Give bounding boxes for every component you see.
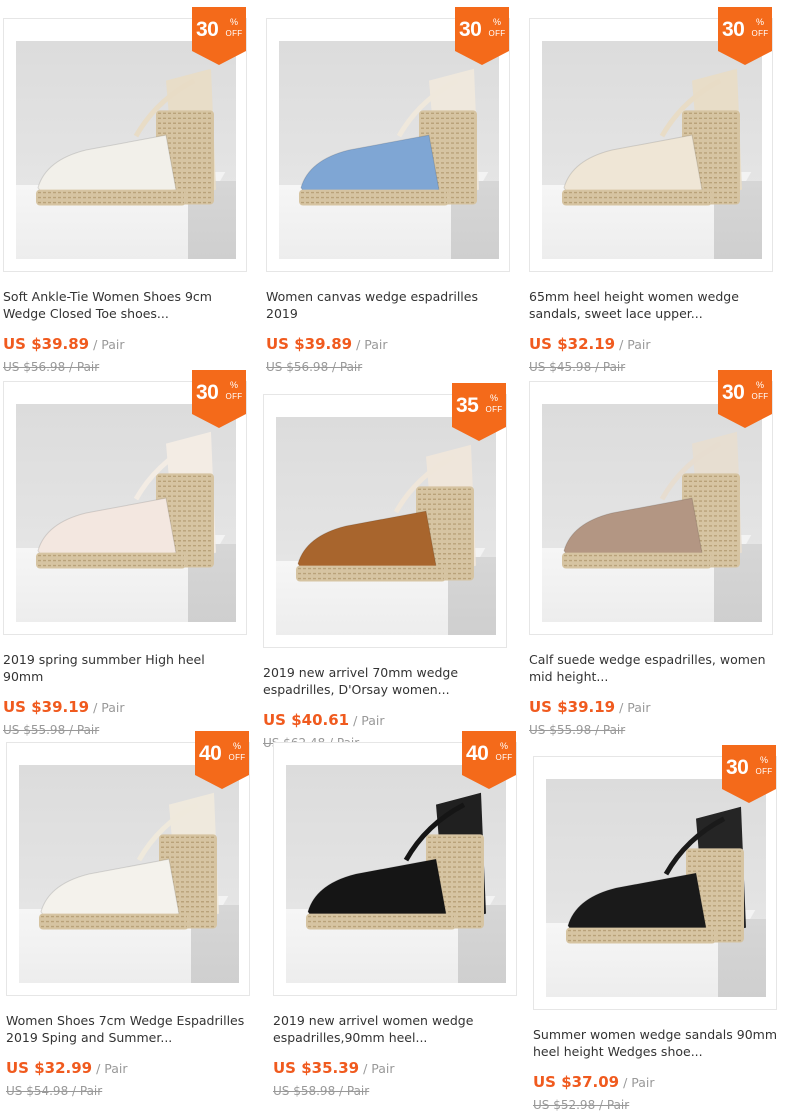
- discount-value: 30: [726, 756, 749, 779]
- original-price: US $55.98 / Pair: [529, 723, 626, 737]
- off-label: OFF: [225, 392, 243, 401]
- percent-sign: %: [232, 741, 241, 751]
- product-title[interactable]: Women Shoes 7cm Wedge Espadrilles 2019 S…: [6, 1012, 250, 1048]
- original-price: US $58.98 / Pair: [273, 1084, 370, 1098]
- price-unit: / Pair: [359, 1061, 395, 1076]
- product-image-box[interactable]: 30 % OFF: [3, 370, 247, 635]
- percent-sign: %: [229, 17, 238, 27]
- product-title[interactable]: Summer women wedge sandals 90mm heel hei…: [533, 1026, 777, 1062]
- discount-badge: 40 % OFF: [462, 731, 516, 789]
- product-image-box[interactable]: 30 % OFF: [266, 7, 510, 272]
- discount-badge: 30 % OFF: [718, 7, 772, 65]
- off-label: OFF: [495, 753, 513, 762]
- product-price: US $37.09: [533, 1073, 620, 1091]
- price-unit: / Pair: [352, 337, 388, 352]
- product-image-box[interactable]: 35 % OFF: [263, 383, 507, 648]
- discount-badge: 30 % OFF: [722, 745, 776, 803]
- price-row: US $35.39 / Pair: [273, 1059, 395, 1078]
- product-price: US $35.39: [273, 1059, 360, 1077]
- off-label: OFF: [228, 753, 246, 762]
- product-image-box[interactable]: 30 % OFF: [529, 370, 773, 635]
- percent-sign: %: [499, 741, 508, 751]
- percent-sign: %: [492, 17, 501, 27]
- price-unit: / Pair: [92, 1061, 128, 1076]
- original-price: US $55.98 / Pair: [3, 723, 100, 737]
- discount-badge: 30 % OFF: [718, 370, 772, 428]
- percent-sign: %: [755, 17, 764, 27]
- price-row: US $39.89 / Pair: [266, 335, 388, 354]
- discount-value: 40: [199, 742, 222, 765]
- product-photo[interactable]: [276, 417, 496, 635]
- product-photo[interactable]: [16, 404, 236, 622]
- discount-value: 30: [459, 18, 482, 41]
- discount-value: 40: [466, 742, 489, 765]
- price-row: US $39.19 / Pair: [529, 698, 651, 717]
- off-label: OFF: [751, 29, 769, 38]
- product-price: US $39.19: [529, 698, 616, 716]
- discount-value: 35: [456, 394, 479, 417]
- product-photo[interactable]: [286, 765, 506, 983]
- percent-sign: %: [229, 380, 238, 390]
- percent-sign: %: [489, 393, 498, 403]
- off-label: OFF: [488, 29, 506, 38]
- product-price: US $39.89: [266, 335, 353, 353]
- price-unit: / Pair: [349, 713, 385, 728]
- product-price: US $32.19: [529, 335, 616, 353]
- percent-sign: %: [755, 380, 764, 390]
- discount-value: 30: [196, 18, 219, 41]
- percent-sign: %: [759, 755, 768, 765]
- product-image-box[interactable]: 30 % OFF: [533, 745, 777, 1010]
- original-price: US $54.98 / Pair: [6, 1084, 103, 1098]
- product-title[interactable]: Calf suede wedge espadrilles, women mid …: [529, 651, 773, 687]
- product-title[interactable]: 2019 new arrivel 70mm wedge espadrilles,…: [263, 664, 507, 700]
- price-row: US $39.19 / Pair: [3, 698, 125, 717]
- product-title[interactable]: 65mm heel height women wedge sandals, sw…: [529, 288, 773, 324]
- product-photo[interactable]: [542, 41, 762, 259]
- product-photo[interactable]: [546, 779, 766, 997]
- off-label: OFF: [755, 767, 773, 776]
- original-price: US $56.98 / Pair: [266, 360, 363, 374]
- discount-value: 30: [196, 381, 219, 404]
- price-unit: / Pair: [615, 700, 651, 715]
- discount-badge: 30 % OFF: [192, 370, 246, 428]
- price-row: US $39.89 / Pair: [3, 335, 125, 354]
- product-photo[interactable]: [279, 41, 499, 259]
- discount-badge: 30 % OFF: [192, 7, 246, 65]
- product-title[interactable]: Soft Ankle-Tie Women Shoes 9cm Wedge Clo…: [3, 288, 247, 324]
- price-row: US $37.09 / Pair: [533, 1073, 655, 1092]
- product-image-box[interactable]: 40 % OFF: [273, 731, 517, 996]
- product-photo[interactable]: [19, 765, 239, 983]
- original-price: US $56.98 / Pair: [3, 360, 100, 374]
- price-unit: / Pair: [89, 700, 125, 715]
- off-label: OFF: [751, 392, 769, 401]
- price-unit: / Pair: [615, 337, 651, 352]
- off-label: OFF: [485, 405, 503, 414]
- product-photo[interactable]: [16, 41, 236, 259]
- product-title[interactable]: 2019 new arrivel women wedge espadrilles…: [273, 1012, 517, 1048]
- price-unit: / Pair: [89, 337, 125, 352]
- price-row: US $32.99 / Pair: [6, 1059, 128, 1078]
- price-row: US $32.19 / Pair: [529, 335, 651, 354]
- product-image-box[interactable]: 30 % OFF: [3, 7, 247, 272]
- original-price: US $45.98 / Pair: [529, 360, 626, 374]
- discount-badge: 40 % OFF: [195, 731, 249, 789]
- product-image-box[interactable]: 30 % OFF: [529, 7, 773, 272]
- product-price: US $39.89: [3, 335, 90, 353]
- discount-badge: 35 % OFF: [452, 383, 506, 441]
- product-title[interactable]: Women canvas wedge espadrilles 2019 Spin…: [266, 288, 510, 324]
- product-photo[interactable]: [542, 404, 762, 622]
- product-price: US $32.99: [6, 1059, 93, 1077]
- product-title[interactable]: 2019 spring summber High heel 90mm women…: [3, 651, 247, 687]
- discount-value: 30: [722, 18, 745, 41]
- discount-value: 30: [722, 381, 745, 404]
- discount-badge: 30 % OFF: [455, 7, 509, 65]
- product-price: US $39.19: [3, 698, 90, 716]
- product-image-box[interactable]: 40 % OFF: [6, 731, 250, 996]
- original-price: US $52.98 / Pair: [533, 1098, 630, 1112]
- off-label: OFF: [225, 29, 243, 38]
- product-price: US $40.61: [263, 711, 350, 729]
- price-row: US $40.61 / Pair: [263, 711, 385, 730]
